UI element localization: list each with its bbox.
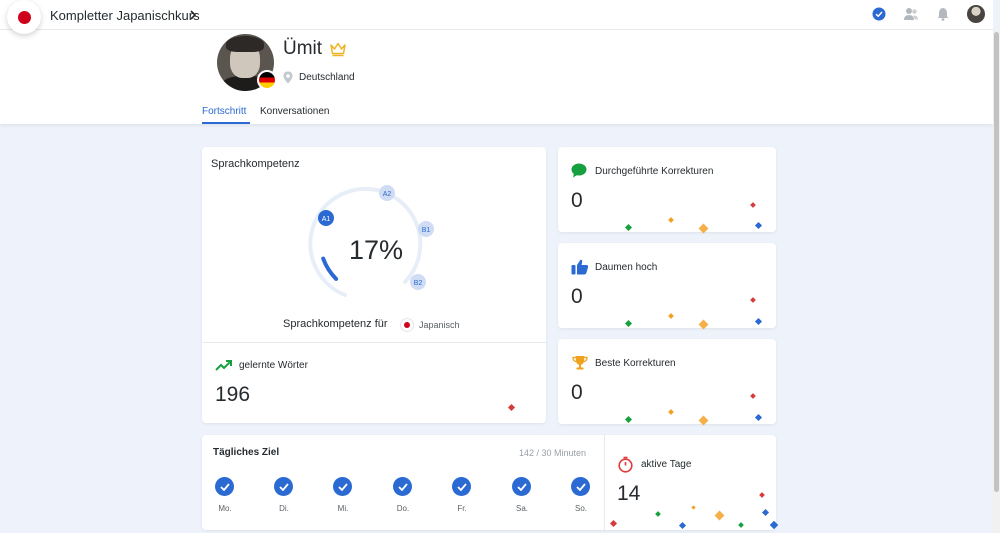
tab-konversationen[interactable]: Konversationen [260,106,330,117]
verified-icon[interactable] [871,6,887,22]
day-friday: Fr. [442,477,482,517]
checkmark-icon [333,477,352,496]
day-label: Mi. [337,504,349,513]
level-label-b1: B1 [422,227,431,234]
day-label: Sa. [515,504,528,513]
daily-goal-progress: 142 / 30 Minuten [519,448,587,458]
daily-goal-title: Tägliches Ziel [213,447,280,458]
card-divider [202,342,546,343]
day-tuesday: Di. [264,477,304,517]
checkmark-icon [452,477,471,496]
profile-header: Ümit Deutschland Fortschritt Konversatio… [0,30,993,124]
friends-icon[interactable] [903,6,919,22]
profile-name: Ümit [283,38,323,59]
checkmark-icon [274,477,293,496]
user-avatar-icon[interactable] [967,5,985,23]
level-marker-a1: A1 [318,210,334,226]
day-saturday: Sa. [502,477,542,517]
bell-icon[interactable] [935,6,951,22]
day-label: Do. [396,504,410,513]
day-label: Di. [279,504,289,513]
day-wednesday: Mi. [323,477,363,517]
proficiency-title: Sprachkompetenz [211,158,300,170]
thumbs-up-icon [571,259,589,275]
japan-flag-small-icon [401,319,413,331]
profile-country: Deutschland [299,72,355,83]
checkmark-icon [512,477,531,496]
active-days-value: 14 [617,482,641,505]
crown-icon [330,42,346,57]
checkmark-icon [393,477,412,496]
top-bar: Kompletter Japanischkurs [0,0,993,34]
checkmark-icon [215,477,234,496]
learned-words-title: gelernte Wörter [239,360,308,371]
japan-flag-icon [17,10,31,24]
day-label: Mo. [218,504,232,513]
course-title[interactable]: Kompletter Japanischkurs [50,8,200,23]
learned-words-value: 196 [215,383,251,406]
active-tab-indicator [202,122,250,124]
active-days-title: aktive Tage [641,459,692,470]
level-marker-b1: B1 [418,221,434,237]
level-markers: A1 A2 B1 B2 [318,185,434,290]
proficiency-language: Japanisch [419,320,460,330]
day-label: So. [574,504,587,513]
scrollbar-thumb[interactable] [994,32,999,492]
checkmark-icon [571,477,590,496]
trophy-icon [572,356,588,370]
page-scrollbar[interactable] [993,30,1000,533]
level-label-a1: A1 [322,216,331,223]
day-label: Fr. [457,504,467,513]
chevron-right-icon[interactable] [188,9,198,21]
day-monday: Mo. [205,477,245,517]
course-flag-button[interactable] [7,0,41,34]
location-pin-icon [283,71,293,84]
stat-title-corrections: Durchgeführte Korrekturen [595,166,714,177]
trending-up-icon [215,360,232,371]
level-marker-a2: A2 [379,185,395,201]
stat-title-thumbs-up: Daumen hoch [595,262,658,273]
stat-value-best-corrections: 0 [571,381,583,404]
tab-fortschritt[interactable]: Fortschritt [202,106,246,117]
day-sunday: So. [561,477,601,517]
level-label-a2: A2 [383,191,392,198]
stopwatch-icon [618,456,633,473]
germany-flag-icon [257,70,277,90]
level-marker-b2: B2 [410,274,426,290]
stat-value-corrections: 0 [571,189,583,212]
proficiency-subtitle: Sprachkompetenz für [283,318,388,330]
card-divider [604,435,605,530]
stat-value-thumbs-up: 0 [571,285,583,308]
chat-bubble-icon [571,163,587,178]
stat-title-best-corrections: Beste Korrekturen [595,358,676,369]
day-thursday: Do. [383,477,423,517]
level-label-b2: B2 [414,280,423,287]
